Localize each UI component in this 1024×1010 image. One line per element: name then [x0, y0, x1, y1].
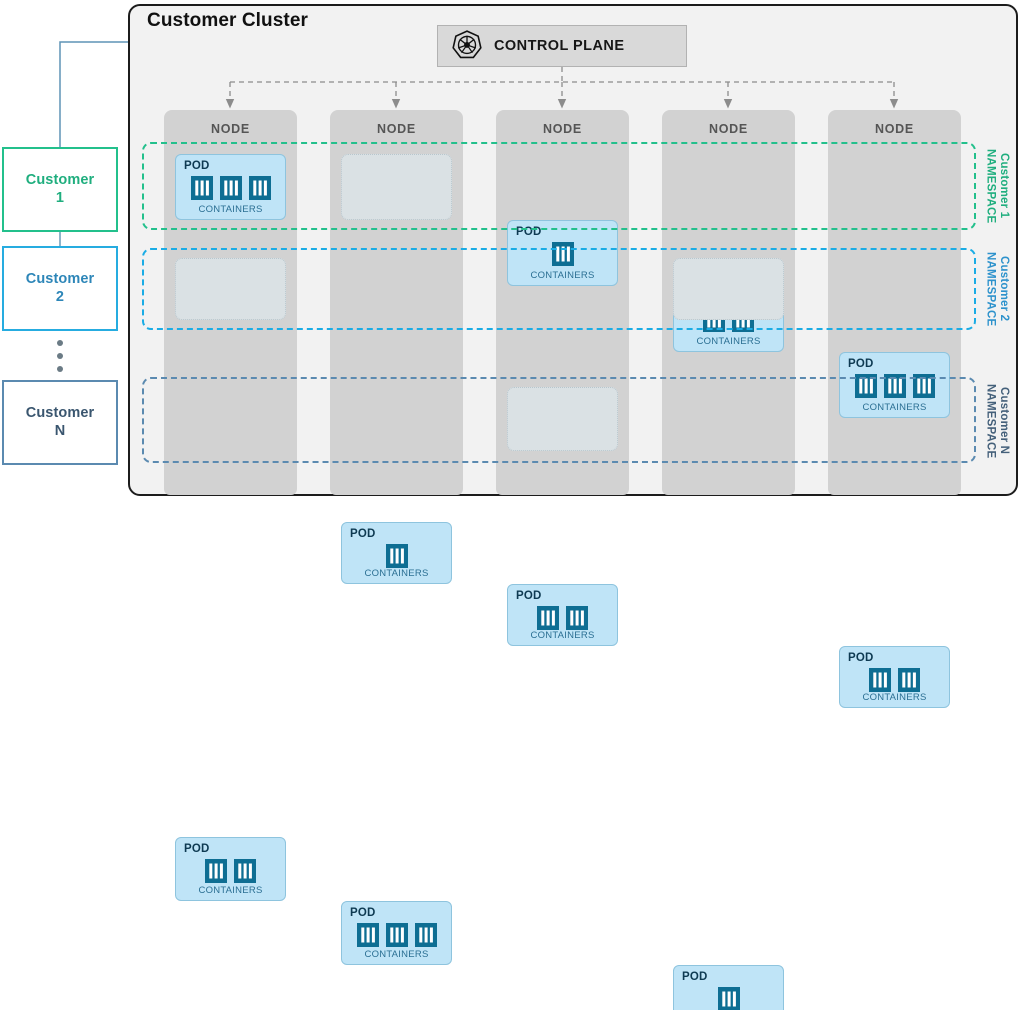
empty-pod-slot	[175, 258, 286, 320]
containers-caption: CONTAINERS	[198, 885, 263, 896]
containers-caption: CONTAINERS	[364, 568, 429, 579]
pod[interactable]: POD CONTAINERS	[341, 522, 452, 584]
container-icon	[912, 374, 935, 398]
customer-n-label: Customer N	[25, 404, 95, 439]
pod-label: POD	[848, 358, 874, 370]
container-list	[508, 606, 617, 630]
containers-caption: CONTAINERS	[364, 949, 429, 960]
pod-label: POD	[184, 160, 210, 172]
pod-label: POD	[848, 652, 874, 664]
namespace-label-customer-1: Customer 1 NAMESPACE	[984, 148, 1011, 224]
container-list	[840, 668, 949, 692]
node-column-5[interactable]: NODE	[828, 110, 961, 495]
container-icon	[566, 606, 588, 630]
pod[interactable]: POD CONTAINERS	[175, 837, 286, 901]
container-list	[176, 859, 285, 883]
pod[interactable]: POD CONTAINERS	[341, 901, 452, 965]
ellipsis-dot	[57, 366, 63, 372]
ellipsis-dot	[57, 340, 63, 346]
container-list	[342, 923, 451, 947]
pod[interactable]: PODCONTAINERS	[673, 965, 784, 1010]
containers-caption: CONTAINERS	[198, 204, 263, 215]
pod[interactable]: POD CONTAINERS	[839, 646, 950, 708]
containers-caption: CONTAINERS	[862, 692, 927, 703]
containers-caption: CONTAINERS	[530, 270, 595, 281]
pod-label: POD	[516, 590, 542, 602]
customer-1-label: Customer 1	[25, 171, 95, 206]
container-icon	[248, 176, 271, 200]
container-icon	[414, 923, 437, 947]
container-icon	[717, 987, 740, 1010]
container-icon	[205, 859, 227, 883]
containers-caption: CONTAINERS	[530, 630, 595, 641]
container-icon	[190, 176, 213, 200]
container-icon	[551, 242, 574, 266]
customer-box-n[interactable]: Customer N	[2, 380, 118, 465]
customer-2-label: Customer 2	[25, 270, 95, 305]
cluster-title: Customer Cluster	[147, 10, 309, 31]
namespace-label-customer-2: Customer 2 NAMESPACE	[984, 251, 1011, 327]
container-icon	[898, 668, 920, 692]
containers-caption: CONTAINERS	[862, 402, 927, 413]
container-icon	[869, 668, 891, 692]
empty-pod-slot	[341, 154, 452, 220]
container-icon	[537, 606, 559, 630]
node-label: NODE	[211, 122, 250, 136]
pod-label: POD	[350, 528, 376, 540]
ellipsis-dot	[57, 353, 63, 359]
container-icon	[356, 923, 379, 947]
empty-pod-slot	[507, 387, 618, 451]
pod[interactable]: POD CONTAINERS	[507, 220, 618, 286]
control-plane-label: CONTROL PLANE	[494, 38, 625, 54]
container-list	[342, 544, 451, 568]
empty-pod-slot	[673, 258, 784, 320]
pod-label: POD	[350, 907, 376, 919]
pod[interactable]: POD CONTAINERS	[839, 352, 950, 418]
container-icon	[219, 176, 242, 200]
node-label: NODE	[377, 122, 416, 136]
containers-caption: CONTAINERS	[696, 336, 761, 347]
container-icon	[385, 923, 408, 947]
pod-label: POD	[682, 971, 708, 983]
control-plane-box[interactable]: CONTROL PLANE	[437, 25, 687, 67]
container-icon	[385, 544, 408, 568]
container-list	[176, 176, 285, 200]
container-list	[508, 242, 617, 266]
diagram-canvas: Customer 1 Customer 2 Customer N Customer C…	[0, 0, 1024, 1010]
node-label: NODE	[543, 122, 582, 136]
customer-box-1[interactable]: Customer 1	[2, 147, 118, 232]
pod[interactable]: POD CONTAINERS	[175, 154, 286, 220]
node-label: NODE	[709, 122, 748, 136]
pod-label: POD	[184, 843, 210, 855]
customer-box-2[interactable]: Customer 2	[2, 246, 118, 331]
namespace-label-customer-n: Customer N NAMESPACE	[984, 383, 1011, 459]
container-list	[674, 987, 783, 1010]
pod[interactable]: POD CONTAINERS	[507, 584, 618, 646]
container-icon	[234, 859, 256, 883]
node-label: NODE	[875, 122, 914, 136]
container-list	[840, 374, 949, 398]
pod-label: POD	[516, 226, 542, 238]
container-icon	[883, 374, 906, 398]
kubernetes-helm-icon	[452, 30, 482, 59]
container-icon	[854, 374, 877, 398]
